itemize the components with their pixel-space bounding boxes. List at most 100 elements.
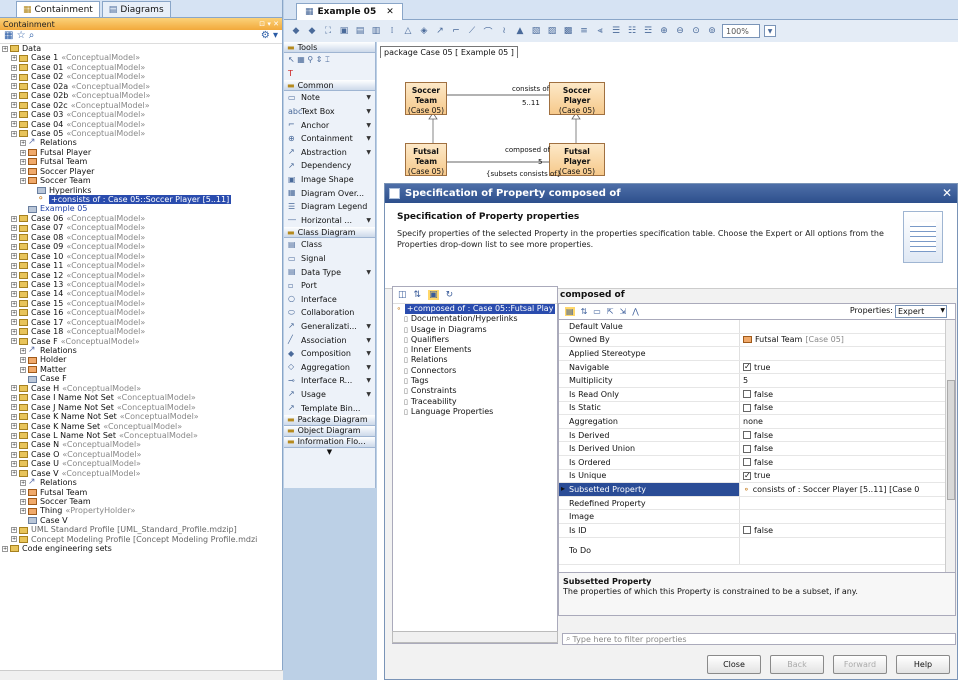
- tree-node[interactable]: + ↗ Relations: [2, 345, 282, 355]
- expand-toggle-icon[interactable]: +: [20, 140, 26, 147]
- zoom-in-icon[interactable]: ⊕: [658, 25, 670, 37]
- palette-text-tool[interactable]: T: [284, 67, 375, 81]
- copy-icon[interactable]: ▣: [338, 25, 350, 37]
- expand-toggle-icon[interactable]: +: [20, 498, 26, 505]
- category-horizontal-scrollbar[interactable]: [392, 631, 558, 643]
- tree-node[interactable]: + Futsal Player: [2, 148, 282, 157]
- property-row[interactable]: Is Derived Union false: [559, 442, 955, 456]
- palette-group[interactable]: ▬ Tools: [284, 42, 375, 53]
- show-icon[interactable]: ▣: [428, 290, 439, 300]
- palette-item[interactable]: ◇ Aggregation ▼: [284, 360, 375, 374]
- palette-item[interactable]: ▭ Note ▼: [284, 91, 375, 105]
- tree-node[interactable]: + Concept Modeling Profile [Concept Model…: [2, 535, 282, 544]
- tab-diagrams[interactable]: ▤ Diagrams: [101, 1, 171, 17]
- tree-node[interactable]: + Case 04 «ConceptualModel»: [2, 120, 282, 129]
- palette-item[interactable]: ↗ Generalizati... ▼: [284, 320, 375, 334]
- expand-toggle-icon[interactable]: +: [11, 423, 17, 430]
- spec-category-item[interactable]: ▯ Connectors: [396, 366, 557, 376]
- path-style-icon[interactable]: ↗: [434, 25, 446, 37]
- expand-toggle-icon[interactable]: +: [11, 319, 17, 326]
- class-futsal-team[interactable]: Futsal Team (Case 05): [405, 143, 447, 176]
- spec-category-item[interactable]: ▯ Usage in Diagrams: [396, 325, 557, 335]
- checkbox[interactable]: [743, 390, 751, 399]
- class-soccer-player[interactable]: Soccer Player (Case 05): [549, 82, 605, 115]
- palette-item[interactable]: ⊕ Containment ▼: [284, 132, 375, 146]
- align-icon[interactable]: ▧: [530, 25, 542, 37]
- help-button[interactable]: Help: [896, 654, 950, 674]
- tab-containment[interactable]: ▦ Containment: [16, 1, 100, 17]
- close-icon[interactable]: ✕: [386, 7, 394, 17]
- chevron-down-icon[interactable]: ▼: [764, 25, 776, 37]
- chevron-down-icon[interactable]: ▼: [366, 122, 371, 129]
- expand-toggle-icon[interactable]: +: [11, 121, 17, 128]
- checkbox[interactable]: [743, 444, 751, 453]
- expand-toggle-icon[interactable]: +: [11, 413, 17, 420]
- tree-node[interactable]: + Case 11 «ConceptualModel»: [2, 261, 282, 270]
- distribute-icon[interactable]: ▨: [546, 25, 558, 37]
- expand-toggle-icon[interactable]: +: [11, 300, 17, 307]
- tree-node[interactable]: + Case 03 «ConceptualModel»: [2, 110, 282, 119]
- expand-toggle-icon[interactable]: +: [20, 489, 26, 496]
- tree-node[interactable]: + Soccer Team: [2, 176, 282, 185]
- tree-node[interactable]: + Case 05 «ConceptualModel»: [2, 129, 282, 138]
- expand-toggle-icon[interactable]: +: [11, 225, 17, 232]
- expand-toggle-icon[interactable]: +: [11, 102, 17, 109]
- align-left-icon[interactable]: ⫷: [594, 25, 606, 37]
- spec-category-item[interactable]: ▯ Language Properties: [396, 407, 557, 417]
- expand-toggle-icon[interactable]: +: [11, 442, 17, 449]
- property-row[interactable]: Applied Stereotype: [559, 347, 955, 361]
- tree-node[interactable]: + Soccer Player: [2, 167, 282, 176]
- palette-item[interactable]: ▦ Diagram Over...: [284, 186, 375, 200]
- tree-node[interactable]: Case F: [2, 374, 282, 383]
- spec-category-item[interactable]: ▯ Qualifiers: [396, 335, 557, 345]
- expand-toggle-icon[interactable]: +: [11, 253, 17, 260]
- property-row[interactable]: Is ID false: [559, 523, 955, 538]
- palette-item[interactable]: ▤ Class: [284, 238, 375, 252]
- spec-category-item[interactable]: ▯ Constraints: [396, 386, 557, 396]
- expand-toggle-icon[interactable]: +: [11, 451, 17, 458]
- tree-node[interactable]: + Case J Name Not Set «ConceptualModel»: [2, 403, 282, 412]
- property-row[interactable]: Aggregation none: [559, 415, 955, 429]
- rectilinear-icon[interactable]: ⌐: [450, 25, 462, 37]
- expand-toggle-icon[interactable]: +: [20, 149, 26, 156]
- expand-toggle-icon[interactable]: +: [11, 291, 17, 298]
- palette-group[interactable]: ▬ Information Flo...: [284, 436, 375, 448]
- checkbox[interactable]: ✓: [743, 471, 751, 480]
- tree-node[interactable]: + Case U «ConceptualModel»: [2, 459, 282, 468]
- palette-item[interactable]: ↗ Dependency: [284, 159, 375, 173]
- tree-node[interactable]: + Case 02c «ConceptualModel»: [2, 101, 282, 110]
- tree-node[interactable]: + Case 16 «ConceptualModel»: [2, 308, 282, 317]
- tree-node[interactable]: + UML Standard Profile [UML_Standard_Prof…: [2, 525, 282, 534]
- expand-toggle-icon[interactable]: +: [11, 470, 17, 477]
- toolbar-icons[interactable]: ▦ ☆ ⌕: [4, 30, 34, 43]
- property-value-cell[interactable]: ✓ true: [740, 471, 955, 480]
- property-value-cell[interactable]: none: [740, 417, 955, 426]
- expand-toggle-icon[interactable]: +: [11, 527, 17, 534]
- tree-node[interactable]: + Case F «ConceptualModel»: [2, 337, 282, 346]
- back-button[interactable]: Back: [770, 654, 824, 674]
- collapse-icon[interactable]: ⇲: [620, 307, 627, 316]
- layout-icon[interactable]: ⁞: [386, 25, 398, 37]
- description-icon[interactable]: ▭: [593, 307, 601, 316]
- expand-toggle-icon[interactable]: +: [11, 215, 17, 222]
- property-row[interactable]: Navigable ✓ true: [559, 360, 955, 375]
- tree-node[interactable]: + Case N «ConceptualModel»: [2, 440, 282, 449]
- zoom-select[interactable]: 100%: [722, 24, 760, 38]
- expand-toggle-icon[interactable]: +: [11, 309, 17, 316]
- tree-node[interactable]: ⚬ +consists of : Case 05::Soccer Player […: [2, 194, 282, 205]
- properties-mode-select[interactable]: Expert: [895, 305, 947, 318]
- expand-toggle-icon[interactable]: +: [11, 74, 17, 81]
- tree-node[interactable]: + Case 06 «ConceptualModel»: [2, 214, 282, 223]
- palette-tools-row[interactable]: ↖ ▦ ⚲ ⇕ ⌶: [284, 53, 375, 67]
- expand-toggle-icon[interactable]: +: [11, 64, 17, 71]
- property-row[interactable]: Default Value: [559, 320, 955, 334]
- property-value-cell[interactable]: 5: [740, 376, 955, 385]
- expand-toggle-icon[interactable]: +: [11, 385, 17, 392]
- tree-node[interactable]: + Code engineering sets: [2, 544, 282, 553]
- expand-toggle-icon[interactable]: +: [11, 432, 17, 439]
- expand-toggle-icon[interactable]: +: [11, 281, 17, 288]
- tree-node[interactable]: + Thing «PropertyHolder»: [2, 506, 282, 515]
- tree-node[interactable]: + ↗ Relations: [2, 137, 282, 147]
- sort-icon[interactable]: ⇅: [414, 290, 422, 300]
- palette-item[interactable]: ╱ Association ▼: [284, 333, 375, 347]
